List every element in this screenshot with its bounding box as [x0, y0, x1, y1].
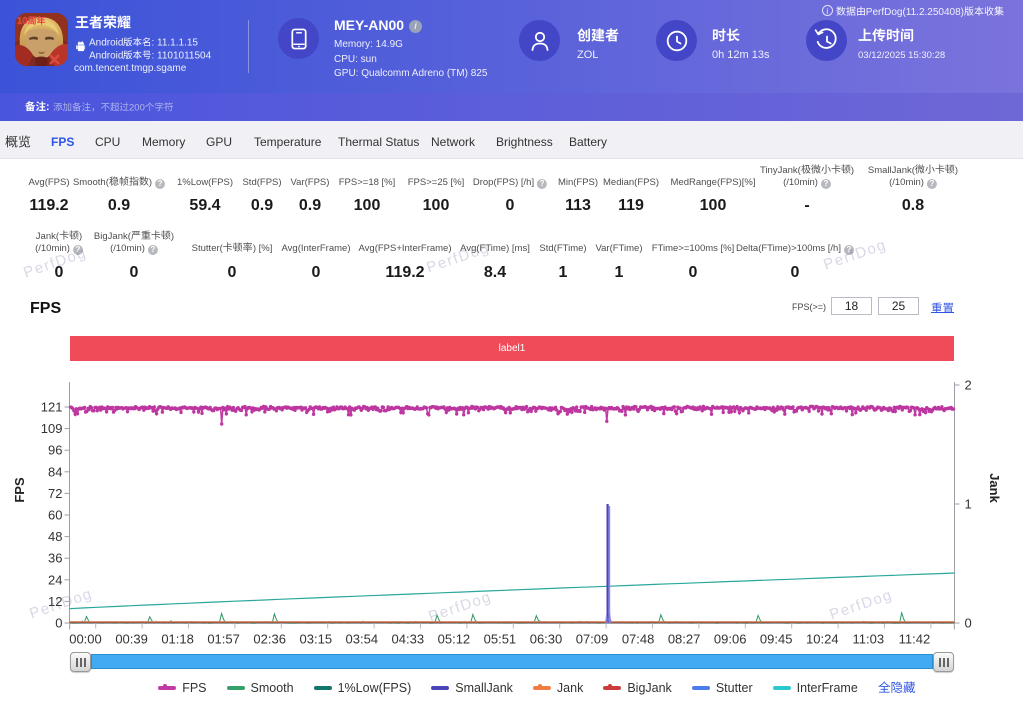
svg-text:72: 72	[48, 486, 62, 501]
svg-text:05:12: 05:12	[438, 632, 471, 647]
svg-text:109: 109	[41, 421, 63, 436]
svg-text:09:45: 09:45	[760, 632, 793, 647]
svg-text:0: 0	[55, 616, 62, 631]
svg-text:84: 84	[48, 464, 62, 479]
svg-text:2: 2	[965, 378, 972, 393]
svg-text:24: 24	[48, 572, 62, 587]
svg-text:121: 121	[41, 400, 63, 415]
svg-text:07:09: 07:09	[576, 632, 609, 647]
svg-text:1: 1	[965, 497, 972, 512]
svg-text:11:42: 11:42	[899, 632, 931, 647]
svg-text:10:24: 10:24	[806, 632, 839, 647]
svg-text:96: 96	[48, 443, 62, 458]
svg-text:03:15: 03:15	[300, 632, 333, 647]
svg-text:02:36: 02:36	[253, 632, 286, 647]
svg-text:04:33: 04:33	[392, 632, 425, 647]
svg-text:03:54: 03:54	[346, 632, 379, 647]
svg-text:Jank: Jank	[987, 473, 1002, 503]
svg-text:00:00: 00:00	[69, 632, 102, 647]
svg-text:05:51: 05:51	[484, 632, 517, 647]
svg-text:0: 0	[965, 616, 972, 631]
svg-text:00:39: 00:39	[115, 632, 148, 647]
svg-text:11:03: 11:03	[853, 632, 885, 647]
svg-text:06:30: 06:30	[530, 632, 563, 647]
svg-text:FPS: FPS	[12, 477, 27, 503]
svg-text:36: 36	[48, 551, 62, 566]
svg-text:48: 48	[48, 529, 62, 544]
svg-text:08:27: 08:27	[668, 632, 701, 647]
svg-text:01:18: 01:18	[161, 632, 194, 647]
svg-text:09:06: 09:06	[714, 632, 747, 647]
svg-text:60: 60	[48, 508, 62, 523]
svg-text:01:57: 01:57	[207, 632, 240, 647]
svg-text:07:48: 07:48	[622, 632, 655, 647]
